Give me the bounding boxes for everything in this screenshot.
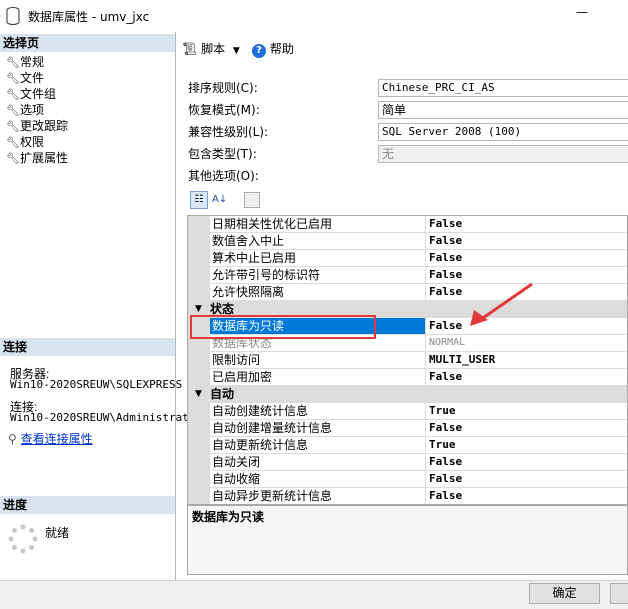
grid-row[interactable]: 数值舍入中止 False (188, 233, 627, 250)
grid-row[interactable]: 自动关闭 False (188, 454, 627, 471)
select-page-header: 选择页 (0, 34, 175, 52)
wrench-icon: 🔧︎ (6, 120, 20, 133)
grid-row[interactable]: 允许快照隔离 False (188, 284, 627, 301)
annotation-arrow-icon (470, 282, 533, 326)
collation-label: 排序规则(C): (188, 81, 258, 95)
grid-row[interactable]: 限制访问 MULTI_USER (188, 352, 627, 369)
connection-value: Win10-2020SREUW\Administrat (10, 411, 189, 424)
grid-row[interactable]: 自动收缩 False (188, 471, 627, 488)
page-item-general[interactable]: 🔧︎常规 (6, 54, 44, 70)
collapse-icon[interactable]: ▼ (195, 386, 202, 403)
view-connection-link[interactable]: 查看连接属性 (21, 432, 93, 446)
wrench-icon: 🔧︎ (6, 88, 20, 101)
collation-field[interactable]: Chinese_PRC_CI_AS (378, 79, 628, 97)
containment-type-select: 无 (378, 145, 628, 163)
script-icon: 📜︎ (182, 42, 198, 56)
server-value: Win10-2020SREUW\SQLEXPRESS (10, 378, 183, 391)
page-item-extended-properties[interactable]: 🔧︎扩展属性 (6, 150, 68, 166)
wrench-icon: 🔧︎ (6, 72, 20, 85)
connection-icon: ⚲ (8, 432, 17, 446)
wrench-icon: 🔧︎ (6, 152, 20, 165)
cancel-button[interactable] (610, 583, 628, 604)
left-pane: 选择页 🔧︎常规 🔧︎文件 🔧︎文件组 🔧︎选项 🔧︎更改跟踪 🔧︎权限 🔧︎扩… (0, 32, 189, 580)
chevron-down-icon: ▼ (232, 46, 240, 56)
progress-header: 进度 (0, 496, 175, 514)
category-auto[interactable]: ▼ 自动 (188, 386, 627, 403)
other-options-label: 其他选项(O): (188, 169, 259, 183)
ok-button[interactable]: 确定 (529, 583, 600, 604)
grid-row[interactable]: 算术中止已启用 False (188, 250, 627, 267)
help-icon: ? (252, 44, 266, 58)
script-button[interactable]: 📜︎ 脚本 ▼ (182, 40, 262, 57)
annotation-highlight-box (190, 315, 376, 339)
property-description: 数据库为只读 (187, 505, 628, 575)
database-icon (6, 7, 20, 25)
compatibility-level-select[interactable]: SQL Server 2008 (100) (378, 123, 628, 141)
progress-status: 就绪 (45, 526, 70, 540)
categorized-icon[interactable]: ☷ (190, 191, 208, 209)
grid-row[interactable]: 已启用加密 False (188, 369, 627, 386)
grid-row[interactable]: 允许带引号的标识符 False (188, 267, 627, 284)
page-item-files[interactable]: 🔧︎文件 (6, 70, 44, 86)
page-item-permissions[interactable]: 🔧︎权限 (6, 134, 44, 150)
recovery-model-select[interactable]: 简单 (378, 101, 628, 119)
minimize-icon[interactable]: — (576, 5, 590, 19)
window-title: 数据库属性 - umv_jxc (28, 10, 150, 24)
title-bar: 数据库属性 - umv_jxc — (0, 0, 628, 32)
help-button[interactable]: ? 帮助 (252, 40, 294, 58)
page-item-options[interactable]: 🔧︎选项 (6, 102, 44, 118)
compatibility-level-label: 兼容性级别(L): (188, 125, 269, 139)
grid-row[interactable]: 自动创建增量统计信息 False (188, 420, 627, 437)
grid-row[interactable]: 自动异步更新统计信息 False (188, 488, 627, 504)
spinner-icon (8, 524, 38, 554)
grid-row[interactable]: 日期相关性优化已启用 False (188, 216, 627, 233)
grid-row[interactable]: 自动更新统计信息 True (188, 437, 627, 454)
page-item-filegroups[interactable]: 🔧︎文件组 (6, 86, 56, 102)
wrench-icon: 🔧︎ (6, 104, 20, 117)
containment-type-label: 包含类型(T): (188, 147, 257, 161)
grid-row[interactable]: 自动创建统计信息 True (188, 403, 627, 420)
wrench-icon: 🔧︎ (6, 136, 20, 149)
recovery-model-label: 恢复模式(M): (188, 103, 260, 117)
view-connection-properties[interactable]: ⚲ 查看连接属性 (8, 430, 93, 447)
wrench-icon: 🔧︎ (6, 56, 20, 69)
connection-header: 连接 (0, 338, 175, 356)
sort-alphabetical-icon[interactable]: A↓ (212, 191, 232, 209)
property-pages-icon[interactable] (244, 192, 260, 208)
property-grid: 日期相关性优化已启用 False 数值舍入中止 False 算术中止已启用 False… (187, 215, 628, 505)
page-item-change-tracking[interactable]: 🔧︎更改跟踪 (6, 118, 68, 134)
